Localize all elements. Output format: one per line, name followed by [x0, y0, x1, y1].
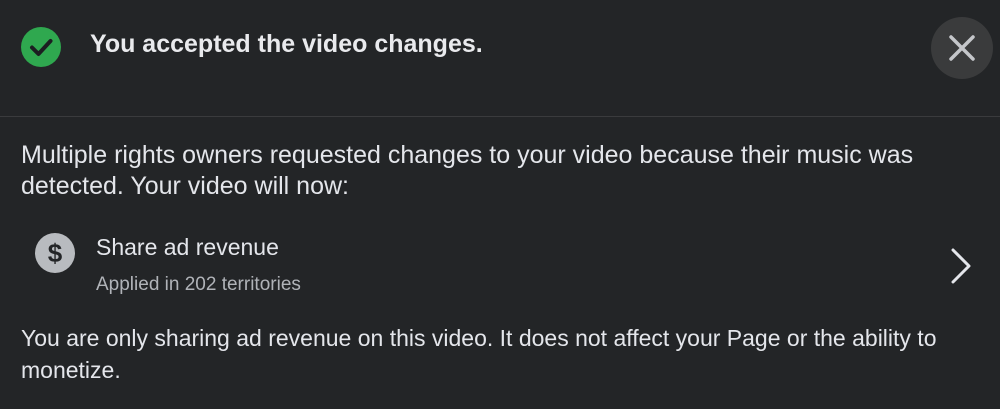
share-ad-revenue-title: Share ad revenue — [96, 234, 279, 260]
territories-subtitle: Applied in 202 territories — [96, 274, 301, 295]
close-button[interactable] — [931, 17, 993, 79]
page-title: You accepted the video changes. — [90, 30, 483, 58]
share-ad-revenue-item[interactable]: $ Share ad revenue Applied in 202 territ… — [0, 224, 1000, 306]
chevron-right-icon — [951, 248, 971, 284]
close-icon — [949, 35, 975, 61]
intro-text: Multiple rights owners requested changes… — [21, 141, 914, 200]
svg-text:$: $ — [48, 238, 63, 268]
dollar-icon: $ — [35, 233, 75, 273]
notification-header: You accepted the video changes. — [0, 0, 1000, 117]
check-circle-icon — [21, 27, 61, 67]
footer-note: You are only sharing ad revenue on this … — [21, 325, 937, 383]
